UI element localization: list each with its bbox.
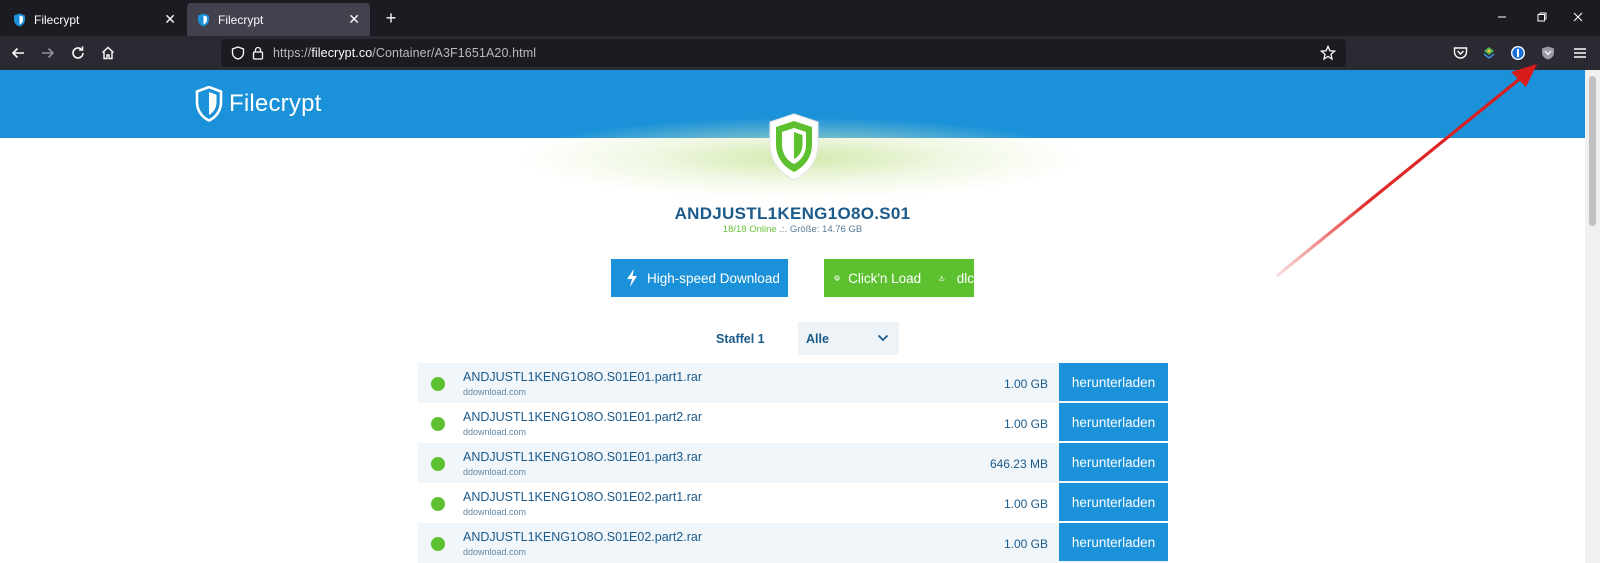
file-host: ddownload.com (463, 427, 527, 437)
download-button[interactable]: herunterladen (1059, 483, 1168, 521)
new-tab-icon[interactable]: + (380, 7, 402, 29)
online-count: 18/18 Online (722, 224, 777, 235)
file-name: ANDJUSTL1KENG1O8O.S01E01.part2.rar (463, 410, 702, 424)
file-name: ANDJUSTL1KENG1O8O.S01E01.part3.rar (463, 450, 702, 464)
file-size: 1.00 GB (1003, 537, 1048, 551)
file-host: ddownload.com (463, 547, 527, 557)
bookmark-star-icon[interactable] (1320, 45, 1336, 61)
download-button[interactable]: herunterladen (1059, 403, 1168, 441)
highspeed-download-button[interactable]: High-speed Download (611, 259, 788, 297)
clicknload-button[interactable]: Click'n Load dlc (824, 259, 974, 297)
site-brand-name: Filecrypt (229, 90, 322, 117)
filecrypt-shield-logo-icon (195, 86, 223, 122)
pocket-icon[interactable] (1448, 41, 1472, 65)
page-scrollbar[interactable] (1585, 70, 1600, 563)
password-manager-icon[interactable] (1506, 41, 1530, 65)
filecrypt-favicon-icon (14, 13, 25, 26)
file-size: 1.00 GB (1003, 497, 1048, 511)
close-window-icon[interactable] (1556, 0, 1600, 36)
reload-icon[interactable] (66, 41, 90, 65)
tab-title: Filecrypt (34, 12, 80, 27)
shield-extension-icon[interactable] (1536, 41, 1560, 65)
container-title: ANDJUSTL1KENG1O8O.S01 (674, 204, 911, 223)
dlc-download-icon[interactable] (939, 268, 945, 288)
minimize-icon[interactable] (1480, 0, 1524, 36)
online-status-dot (431, 457, 445, 471)
clicknload-icon (834, 275, 840, 281)
dlc-label[interactable]: dlc (957, 271, 974, 286)
download-button[interactable]: herunterladen (1059, 363, 1168, 401)
url-text[interactable]: https://filecrypt.co/Container/A3F1651A2… (273, 46, 536, 60)
hamburger-menu-icon[interactable] (1568, 41, 1592, 65)
browser-tab-active[interactable]: Filecrypt ✕ (187, 3, 370, 36)
home-icon[interactable] (96, 41, 120, 65)
extension-puzzle-icon[interactable] (1477, 41, 1501, 65)
url-path: /Container/A3F1651A20.html (372, 46, 537, 60)
scrollbar-thumb[interactable] (1589, 76, 1596, 226)
container-size: .:. Größe: 14.76 GB (776, 224, 863, 235)
browser-tab[interactable]: Filecrypt ✕ (3, 3, 186, 36)
address-bar[interactable]: https://filecrypt.co/Container/A3F1651A2… (221, 39, 1346, 67)
file-name: ANDJUSTL1KENG1O8O.S01E02.part2.rar (463, 530, 702, 544)
online-status-dot (431, 417, 445, 431)
file-row: ANDJUSTL1KENG1O8O.S01E02.part1.rar ddown… (418, 483, 1168, 523)
episode-filter-value: Alle (806, 331, 829, 346)
online-status-dot (431, 497, 445, 511)
tab-close-icon[interactable]: ✕ (164, 11, 176, 28)
file-host: ddownload.com (463, 467, 527, 477)
container-status: 18/18 Online .:. Größe: 14.76 GB (0, 224, 1585, 235)
download-button[interactable]: herunterladen (1059, 443, 1168, 481)
episode-filter-select[interactable]: Alle (798, 322, 899, 355)
download-button[interactable]: herunterladen (1059, 523, 1168, 561)
file-name: ANDJUSTL1KENG1O8O.S01E01.part1.rar (463, 370, 702, 384)
browser-toolbar: https://filecrypt.co/Container/A3F1651A2… (0, 36, 1600, 70)
file-row: ANDJUSTL1KENG1O8O.S01E01.part3.rar ddown… (418, 443, 1168, 483)
chevron-down-icon (877, 334, 889, 342)
url-scheme: https:// (273, 46, 312, 60)
season-filter-label: Staffel 1 (716, 332, 765, 346)
file-size: 646.23 MB (989, 457, 1048, 471)
forward-icon[interactable] (36, 41, 60, 65)
file-name: ANDJUSTL1KENG1O8O.S01E02.part1.rar (463, 490, 702, 504)
site-logo[interactable]: Filecrypt (195, 86, 321, 122)
file-list: ANDJUSTL1KENG1O8O.S01E01.part1.rar ddown… (418, 363, 1168, 563)
clicknload-label: Click'n Load (848, 270, 922, 286)
back-icon[interactable] (6, 41, 30, 65)
filecrypt-favicon-icon (198, 13, 209, 26)
file-size: 1.00 GB (1003, 377, 1048, 391)
tracking-protection-shield-icon[interactable] (231, 46, 245, 60)
file-host: ddownload.com (463, 507, 527, 517)
file-host: ddownload.com (463, 387, 527, 397)
online-status-dot (431, 537, 445, 551)
lightning-icon (627, 269, 637, 287)
file-size: 1.00 GB (1003, 417, 1048, 431)
highspeed-download-label: High-speed Download (647, 270, 780, 286)
browser-tab-bar: Filecrypt ✕ Filecrypt ✕ + (0, 0, 1600, 36)
tab-close-icon[interactable]: ✕ (348, 11, 360, 28)
file-row: ANDJUSTL1KENG1O8O.S01E01.part1.rar ddown… (418, 363, 1168, 403)
file-row: ANDJUSTL1KENG1O8O.S01E01.part2.rar ddown… (418, 403, 1168, 443)
tab-title: Filecrypt (218, 12, 264, 27)
url-host: filecrypt.co (311, 46, 373, 60)
online-status-dot (431, 377, 445, 391)
lock-icon[interactable] (252, 46, 264, 60)
container-status-shield-icon (769, 113, 819, 181)
file-row: ANDJUSTL1KENG1O8O.S01E02.part2.rar ddown… (418, 523, 1168, 563)
